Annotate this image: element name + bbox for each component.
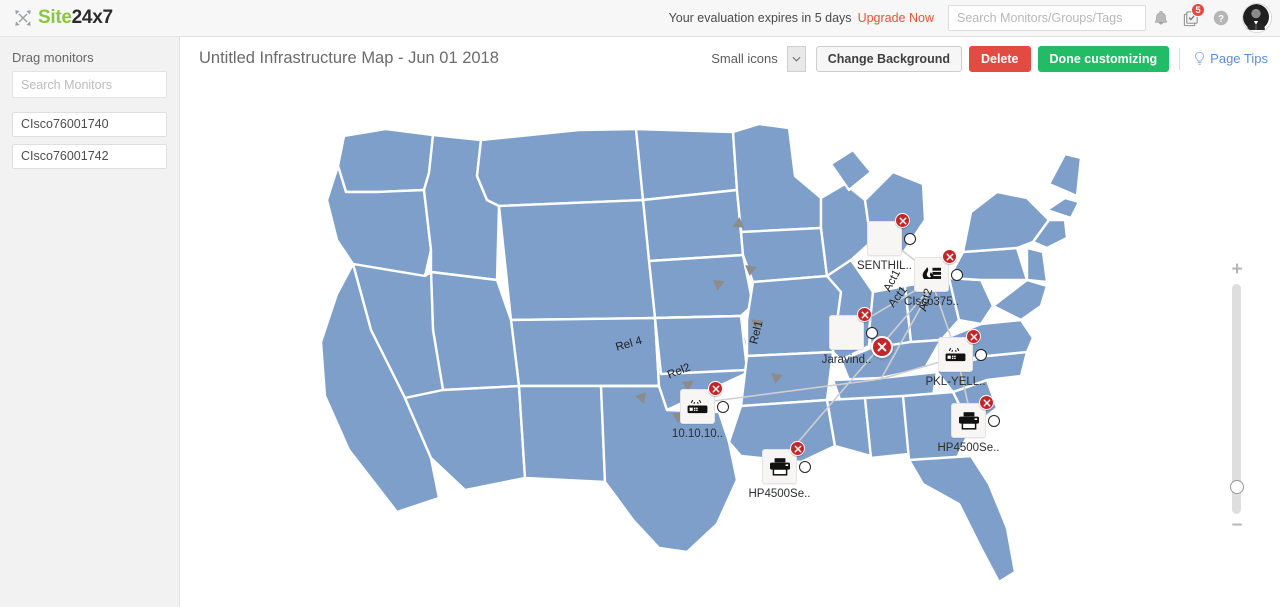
node-label: HP4500Se.. (748, 488, 811, 500)
brand-name-dark: 24x7 (71, 7, 113, 28)
printer-icon (958, 411, 980, 430)
top-bar: Site24x7 Your evaluation expires in 5 da… (0, 0, 1280, 37)
page-header: Untitled Infrastructure Map - Jun 01 201… (181, 37, 1280, 80)
zoom-slider-thumb[interactable] (1229, 480, 1244, 494)
firewall-icon (921, 266, 943, 284)
node-box[interactable] (762, 441, 811, 484)
notification-badge: 5 (1191, 2, 1205, 17)
node-box[interactable] (867, 213, 916, 256)
upgrade-now-link[interactable]: Upgrade Now (858, 11, 934, 25)
node-delete-icon[interactable] (708, 381, 723, 396)
change-background-button[interactable]: Change Background (815, 45, 962, 72)
map-node-pkl-yell[interactable]: PKL-YELL.. (925, 329, 987, 388)
monitor-list-item[interactable]: CIsco76001740 (12, 112, 167, 137)
sidebar-title: Drag monitors (12, 50, 94, 65)
bell-icon[interactable] (1146, 0, 1176, 37)
node-label: PKL-YELL.. (925, 376, 986, 388)
node-box[interactable] (914, 249, 963, 292)
node-connector-handle[interactable] (951, 269, 963, 281)
node-connector-handle[interactable] (988, 415, 1000, 427)
map-zoom-control[interactable]: + – (1226, 228, 1248, 534)
user-avatar[interactable] (1242, 3, 1272, 33)
help-circle-icon[interactable]: ? (1206, 0, 1236, 37)
icon-size-select-value[interactable]: Small icons (705, 45, 787, 72)
node-delete-icon[interactable] (895, 213, 910, 228)
delete-button[interactable]: Delete (968, 45, 1031, 72)
global-search-input[interactable] (948, 5, 1146, 31)
link-delete-icon[interactable] (871, 336, 893, 358)
node-label: Jaravind.. (821, 354, 872, 366)
map-node-cisco375[interactable]: CIsco375.. (904, 249, 963, 308)
toolbar-divider (1179, 47, 1181, 70)
zoom-out-button[interactable]: – (1226, 515, 1248, 534)
map-node-senthil[interactable]: SENTHIL.. (857, 213, 916, 272)
node-delete-icon[interactable] (857, 307, 872, 322)
node-connector-handle[interactable] (904, 233, 916, 245)
node-connector-handle[interactable] (717, 401, 729, 413)
infrastructure-map-canvas[interactable]: SENTHIL.. CIsco375.. Jaravind.. PKL-YELL… (181, 80, 1280, 607)
map-content-area: Untitled Infrastructure Map - Jun 01 201… (181, 37, 1280, 607)
global-search-wrapper (948, 5, 1146, 31)
page-tips-link[interactable]: Page Tips (1189, 51, 1268, 67)
node-box[interactable] (680, 381, 729, 424)
node-box[interactable] (938, 329, 987, 372)
top-bar-right: Your evaluation expires in 5 days Upgrad… (669, 0, 1280, 37)
node-connector-handle[interactable] (975, 349, 987, 361)
sidebar-search-input[interactable] (12, 71, 167, 98)
zoom-in-button[interactable]: + (1226, 260, 1248, 279)
zoom-slider-track[interactable] (1229, 284, 1244, 514)
node-connector-handle[interactable] (799, 461, 811, 473)
monitor-list: CIsco76001740 CIsco76001742 (0, 112, 179, 169)
node-delete-icon[interactable] (966, 329, 981, 344)
lightbulb-icon (1193, 51, 1206, 67)
map-node-10-10-10[interactable]: 10.10.10.. (672, 381, 729, 440)
map-node-jaravind[interactable]: Jaravind.. (822, 307, 878, 366)
printer-icon (769, 457, 791, 476)
node-delete-icon[interactable] (790, 441, 805, 456)
map-node-hp4500se-right[interactable]: HP4500Se.. (937, 395, 1000, 454)
chevron-down-icon[interactable] (786, 45, 806, 72)
brand-text: Site24x7 (38, 7, 113, 29)
evaluation-notice: Your evaluation expires in 5 days (668, 11, 852, 25)
node-delete-icon[interactable] (942, 249, 957, 264)
icon-size-select[interactable]: Small icons (705, 45, 806, 72)
router-icon (944, 346, 967, 363)
node-label: HP4500Se.. (937, 442, 1000, 454)
map-node-hp4500se-left[interactable]: HP4500Se.. (748, 441, 811, 500)
node-delete-icon[interactable] (979, 395, 994, 410)
page-toolbar: Small icons Change Background Delete Don… (705, 45, 1268, 72)
usa-states-map (319, 122, 1083, 584)
done-customizing-button[interactable]: Done customizing (1037, 45, 1170, 72)
router-icon (686, 398, 709, 415)
node-label: SENTHIL.. (857, 260, 912, 272)
node-label: CIsco375.. (904, 296, 959, 308)
monitors-sidebar: Drag monitors CIsco76001740 CIsco7600174… (0, 37, 180, 607)
monitor-list-item[interactable]: CIsco76001742 (12, 144, 167, 169)
brand-logo[interactable]: Site24x7 (14, 7, 113, 29)
node-box[interactable] (829, 307, 878, 350)
page-title: Untitled Infrastructure Map - Jun 01 201… (199, 49, 499, 67)
clipboard-check-icon[interactable]: 5 (1176, 0, 1206, 37)
node-box[interactable] (951, 395, 1000, 438)
site24x7-logo-icon (14, 9, 32, 27)
svg-text:?: ? (1218, 14, 1224, 25)
brand-name-green: Site (38, 7, 72, 28)
page-tips-label: Page Tips (1210, 51, 1268, 66)
node-label: 10.10.10.. (671, 428, 724, 440)
